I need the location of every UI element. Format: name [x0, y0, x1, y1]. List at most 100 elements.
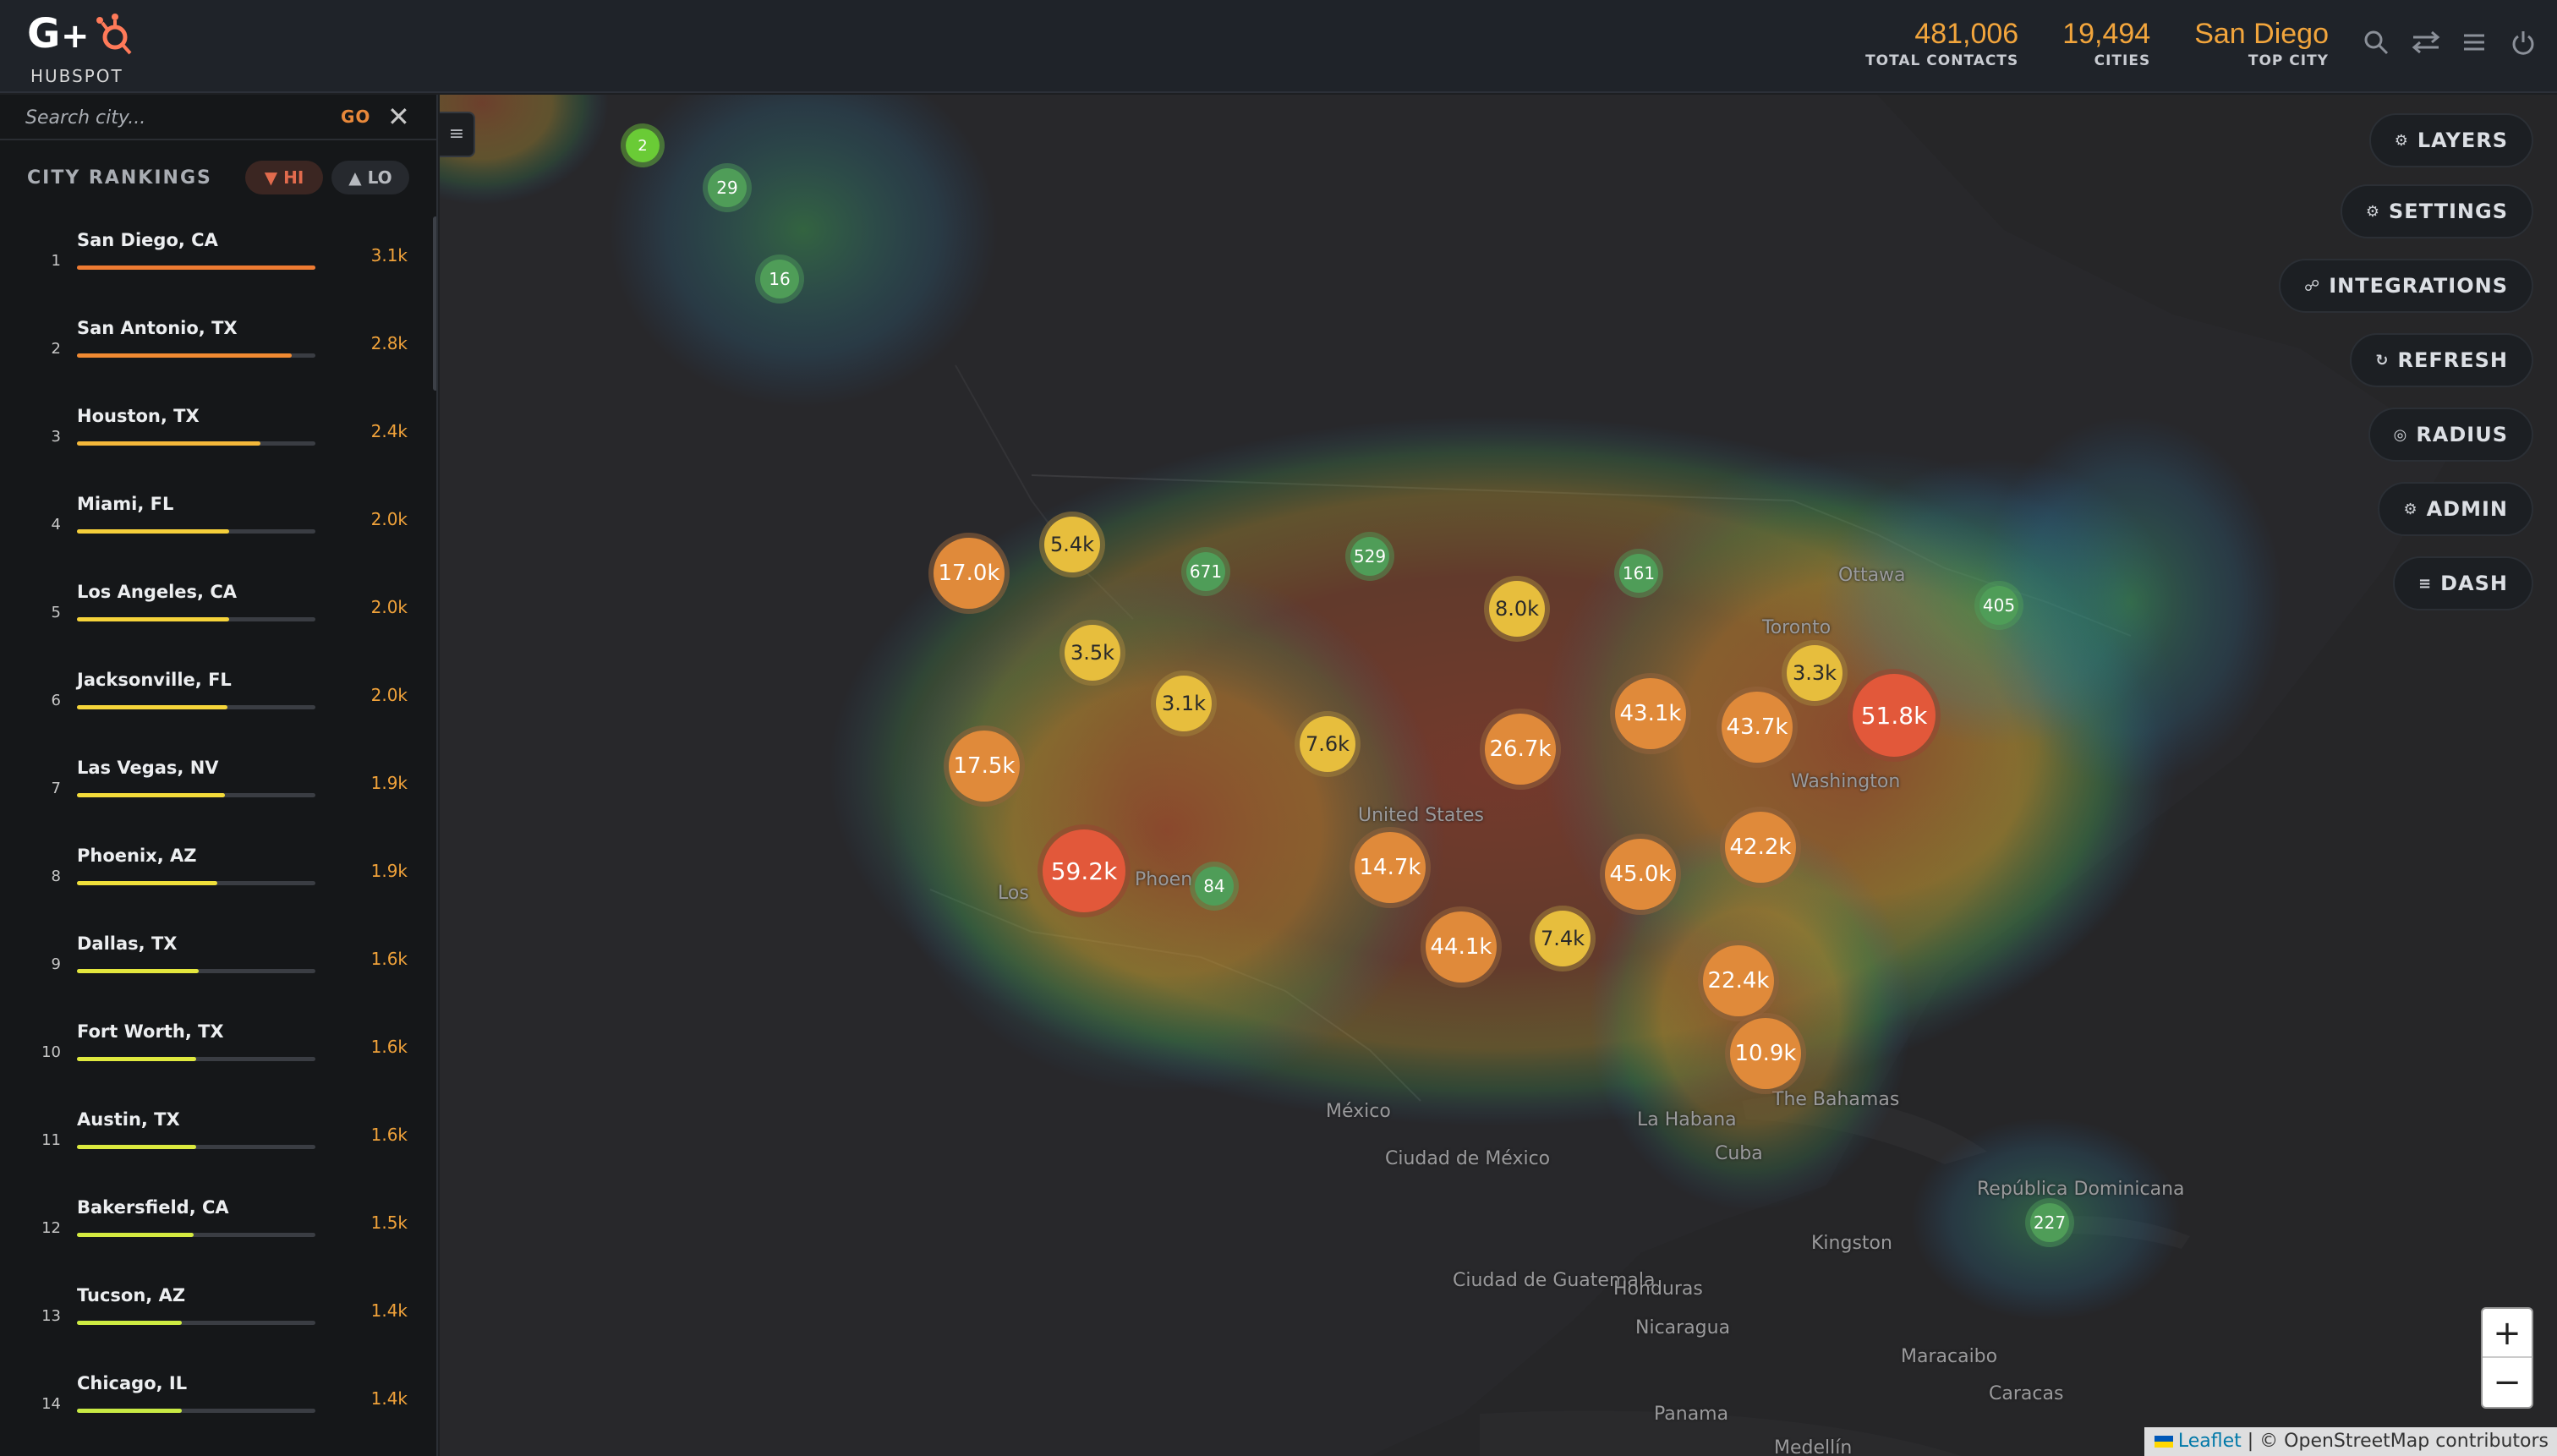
search-go-button[interactable]: GO	[341, 107, 370, 127]
rank-number: 8	[51, 868, 61, 885]
layers-icon: ⚙	[2394, 131, 2409, 150]
map-cluster[interactable]: 671	[1181, 547, 1230, 596]
cluster-count: 405	[1979, 586, 2018, 625]
search-icon[interactable]	[2363, 29, 2390, 56]
city-ranking-item[interactable]: 8 Phoenix, AZ 1.9k	[0, 832, 436, 920]
map-cluster[interactable]: 7.6k	[1295, 711, 1361, 777]
contact-count: 1.6k	[370, 1037, 408, 1057]
settings-button[interactable]: ⚙ SETTINGS	[2340, 184, 2533, 238]
map-cluster[interactable]: 3.3k	[1782, 640, 1848, 706]
contact-count: 1.6k	[370, 949, 408, 969]
cluster-count: 51.8k	[1853, 674, 1936, 757]
contact-count: 3.1k	[370, 245, 408, 265]
cluster-count: 3.5k	[1065, 625, 1120, 681]
swap-icon[interactable]	[2412, 29, 2440, 56]
map-cluster[interactable]: 29	[703, 163, 752, 212]
rank-bar-track	[77, 705, 315, 709]
rank-number: 12	[41, 1219, 61, 1237]
map-cluster[interactable]: 5.4k	[1039, 512, 1105, 577]
rank-bar-fill	[77, 881, 217, 885]
map-cluster[interactable]: 161	[1614, 549, 1663, 598]
sidebar-scrollbar[interactable]	[433, 216, 436, 391]
city-name: Bakersfield, CA	[77, 1197, 229, 1218]
city-ranking-item[interactable]: 12 Bakersfield, CA 1.5k	[0, 1184, 436, 1272]
refresh-label: REFRESH	[2397, 348, 2508, 372]
map-cluster[interactable]: 3.1k	[1151, 671, 1217, 736]
map-cluster[interactable]: 44.1k	[1421, 906, 1502, 988]
zoom-in-button[interactable]: +	[2483, 1309, 2532, 1358]
map-cluster[interactable]: 17.5k	[944, 725, 1025, 807]
city-search-input[interactable]	[25, 103, 330, 132]
map-cluster[interactable]: 405	[1974, 581, 2023, 630]
city-ranking-item[interactable]: 5 Los Angeles, CA 2.0k	[0, 568, 436, 656]
map-cluster[interactable]: 43.1k	[1610, 673, 1691, 754]
rank-number: 1	[51, 252, 61, 270]
close-icon[interactable]: ✕	[387, 101, 410, 132]
map-cluster[interactable]: 42.2k	[1720, 807, 1801, 888]
city-ranking-item[interactable]: 6 Jacksonville, FL 2.0k	[0, 656, 436, 744]
dash-button[interactable]: ≡ DASH	[2393, 556, 2533, 610]
map-cluster[interactable]: 17.0k	[928, 533, 1010, 614]
place-label: Ottawa	[1838, 565, 1906, 586]
refresh-button[interactable]: ↻ REFRESH	[2350, 333, 2533, 387]
map-cluster[interactable]: 2	[621, 123, 665, 167]
settings-label: SETTINGS	[2389, 200, 2508, 223]
city-ranking-item[interactable]: 13 Tucson, AZ 1.4k	[0, 1272, 436, 1360]
map-cluster[interactable]: 16	[755, 255, 804, 304]
city-ranking-item[interactable]: 7 Las Vegas, NV 1.9k	[0, 744, 436, 832]
place-label: Panama	[1654, 1404, 1729, 1425]
place-label: The Bahamas	[1772, 1089, 1900, 1110]
city-ranking-item[interactable]: 11 Austin, TX 1.6k	[0, 1096, 436, 1184]
contact-count: 1.4k	[370, 1388, 408, 1409]
map-cluster[interactable]: 8.0k	[1484, 576, 1550, 642]
city-ranking-item[interactable]: 9 Dallas, TX 1.6k	[0, 920, 436, 1008]
map-cluster[interactable]: 529	[1345, 532, 1394, 581]
stat-value: San Diego	[2194, 18, 2329, 50]
map-cluster[interactable]: 22.4k	[1698, 940, 1779, 1021]
map-cluster[interactable]: 3.5k	[1059, 620, 1125, 686]
city-ranking-item[interactable]: 3 Houston, TX 2.4k	[0, 392, 436, 480]
map-cluster[interactable]: 59.2k	[1038, 824, 1131, 917]
integrations-button[interactable]: ☍ INTEGRATIONS	[2279, 259, 2533, 313]
rank-bar-fill	[77, 793, 225, 797]
map-cluster[interactable]: 51.8k	[1848, 669, 1941, 762]
zoom-control: + −	[2481, 1307, 2533, 1409]
city-ranking-item[interactable]: 2 San Antonio, TX 2.8k	[0, 304, 436, 392]
leaflet-link[interactable]: Leaflet	[2178, 1431, 2242, 1452]
sidebar-collapse-button[interactable]: ≡	[440, 112, 475, 157]
map-cluster[interactable]: 14.7k	[1350, 827, 1431, 908]
radius-button[interactable]: ◎ RADIUS	[2368, 408, 2533, 462]
map-cluster[interactable]: 84	[1190, 862, 1239, 911]
map-cluster[interactable]: 43.7k	[1717, 687, 1798, 768]
cluster-count: 17.5k	[949, 731, 1020, 802]
city-ranking-item[interactable]: 1 San Diego, CA 3.1k	[0, 216, 436, 304]
ukraine-flag-icon	[2154, 1436, 2173, 1448]
contact-count: 2.4k	[370, 421, 408, 441]
rankings-header: CITY RANKINGS ▼ HI ▲ LO	[0, 140, 436, 216]
cluster-count: 8.0k	[1489, 581, 1545, 637]
city-ranking-item[interactable]: 10 Fort Worth, TX 1.6k	[0, 1008, 436, 1096]
place-label: La Habana	[1637, 1109, 1737, 1130]
map-view[interactable]: Ottawa Toronto Washington United States …	[440, 95, 2557, 1456]
map-cluster[interactable]: 26.7k	[1480, 709, 1561, 790]
sort-lo-button[interactable]: ▲ LO	[331, 161, 409, 194]
map-cluster[interactable]: 7.4k	[1530, 906, 1596, 972]
map-cluster[interactable]: 227	[2025, 1198, 2074, 1247]
admin-button[interactable]: ⚙ ADMIN	[2378, 482, 2533, 536]
contact-count: 1.4k	[370, 1300, 408, 1321]
layers-button[interactable]: ⚙ LAYERS	[2368, 113, 2533, 167]
power-icon[interactable]	[2510, 29, 2537, 56]
rank-bar-fill	[77, 1057, 196, 1061]
rank-bar-track	[77, 441, 315, 446]
header-icon-bar	[2363, 29, 2537, 56]
rank-number: 9	[51, 955, 61, 973]
zoom-out-button[interactable]: −	[2483, 1358, 2532, 1407]
city-ranking-list: 1 San Diego, CA 3.1k 2 San Antonio, TX 2.8k 3 H…	[0, 216, 436, 1448]
map-cluster[interactable]: 45.0k	[1600, 834, 1681, 915]
map-cluster[interactable]: 10.9k	[1725, 1013, 1806, 1094]
city-ranking-item[interactable]: 4 Miami, FL 2.0k	[0, 480, 436, 568]
city-name: Las Vegas, NV	[77, 758, 219, 778]
menu-icon[interactable]	[2461, 29, 2488, 56]
sort-hi-button[interactable]: ▼ HI	[245, 161, 323, 194]
city-ranking-item[interactable]: 14 Chicago, IL 1.4k	[0, 1360, 436, 1448]
